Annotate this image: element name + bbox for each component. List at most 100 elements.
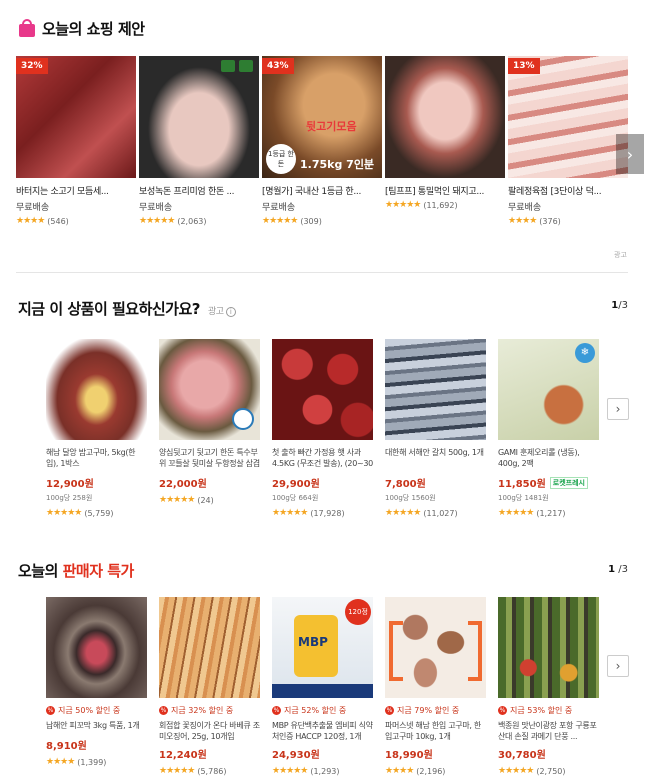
product-card[interactable]: 대한해 서해안 갈치 500g, 1개 7,800원 100g당 1560원 ★…	[385, 339, 486, 518]
product-name[interactable]: 백종원 맛난이광장 포항 구룡포 산대 손질 과메기 단풍 ...	[498, 720, 599, 742]
rating-stars: ★★★★★	[385, 200, 421, 210]
product-name[interactable]: 보성녹돈 프리미엄 한돈 ...	[139, 184, 259, 197]
product-image[interactable]: 43% 뒷고기모음 1등급 한돈 1.75kg 7인분	[262, 56, 382, 178]
product-name[interactable]: 해남 달앙 밤고구마, 5kg(한입), 1박스	[46, 447, 147, 469]
product-card[interactable]: ❄ GAMI 훈제오리롤 (냉동), 400g, 2팩 11,850원 로켓프레시…	[498, 339, 599, 518]
product-name[interactable]: 양심뒷고기 뒷고기 한돈 특수부위 꼬들살 뒷미살 두항정살 삼겹살 볼살 외 …	[159, 447, 260, 469]
rating: ★★★★ (1,399)	[46, 757, 147, 767]
rating-stars: ★★★★★	[498, 508, 534, 518]
section1-product-row: 32% 바터지는 소고기 모듬세... 무료배송 ★★★★ (546) 보성녹돈 …	[16, 56, 644, 236]
product-name[interactable]: 바터지는 소고기 모듬세...	[16, 184, 136, 197]
product-card[interactable]: 양심뒷고기 뒷고기 한돈 특수부위 꼬들살 뒷미살 두항정살 삼겹살 볼살 외 …	[159, 339, 260, 505]
review-count: (2,196)	[416, 766, 446, 776]
product-card[interactable]: 첫 출하 빠간 가정용 햇 사과 4.5KG (무조건 발송), (20~30과…	[272, 339, 373, 518]
discount-text: 지금 32% 할인 중	[171, 706, 234, 715]
product-image[interactable]	[385, 339, 486, 440]
rating-stars: ★★★★	[16, 216, 45, 226]
product-name[interactable]: 납해안 피꼬막 3kg 특품, 1개	[46, 720, 147, 731]
product-price: 12,240원	[159, 746, 260, 761]
product-name[interactable]: GAMI 훈제오리롤 (냉동), 400g, 2팩	[498, 447, 599, 469]
product-card[interactable]: % 지금 32% 할인 중 회접합 꽃징이가 온다 바베큐 조미오징어, 25g,…	[159, 597, 260, 776]
discount-text: 지금 53% 할인 중	[510, 706, 573, 715]
rating: ★★★★★ (2,750)	[498, 766, 599, 776]
rating: ★★★★★ (5,759)	[46, 508, 147, 518]
review-count: (17,928)	[310, 508, 345, 518]
product-image[interactable]	[385, 56, 505, 178]
product-price: 22,000원	[159, 475, 260, 490]
product-card[interactable]: 32% 바터지는 소고기 모듬세... 무료배송 ★★★★ (546)	[16, 56, 136, 226]
product-card[interactable]: % 지금 50% 할인 중 납해안 피꼬막 3kg 특품, 1개 8,910원 ★…	[46, 597, 147, 767]
product-image[interactable]: MBP 120정	[272, 597, 373, 698]
product-image[interactable]	[139, 56, 259, 178]
ad-info[interactable]: 광고 i	[208, 304, 236, 317]
rating-stars: ★★★★★	[385, 508, 421, 518]
product-card[interactable]: 해남 달앙 밤고구마, 5kg(한입), 1박스 12,900원 100g당 2…	[46, 339, 147, 518]
rating: ★★★★★ (24)	[159, 495, 260, 505]
section3-pager: 1 /3	[608, 564, 628, 575]
section1-title: 오늘의 쇼핑 제안	[42, 19, 145, 38]
product-image[interactable]	[385, 597, 486, 698]
product-name[interactable]: 첫 출하 빠간 가정용 햇 사과 4.5KG (무조건 발송), (20~30과…	[272, 447, 373, 469]
brand-text: MBP	[298, 635, 328, 649]
review-count: (5,759)	[84, 508, 114, 518]
discount-text: 지금 79% 할인 중	[397, 706, 460, 715]
image-overlay-text: 뒷고기모음	[306, 120, 357, 133]
product-name[interactable]: 대한해 서해안 갈치 500g, 1개	[385, 447, 486, 469]
rating: ★★★★★ (17,928)	[272, 508, 373, 518]
ad-label: 광고	[207, 307, 224, 317]
rating-stars: ★★★★★	[272, 766, 308, 776]
rating-stars: ★★★★★	[498, 766, 534, 776]
frozen-icon: ❄	[575, 343, 595, 363]
shipping-label: 무료배송	[508, 203, 542, 213]
product-image[interactable]	[159, 597, 260, 698]
pager-total: /3	[618, 300, 628, 311]
rating: ★★★★★ (11,027)	[385, 508, 486, 518]
product-card[interactable]: % 지금 53% 할인 중 백종원 맛난이광장 포항 구룡포 산대 손질 과메기 …	[498, 597, 599, 776]
product-image[interactable]	[498, 597, 599, 698]
product-name[interactable]: 팔레정육점 [3단이상 덕...	[508, 184, 628, 197]
product-card[interactable]: [팀프프] 통밀먹인 돼지고... ★★★★★ (11,692)	[385, 56, 505, 210]
shipping-label: 무료배송	[16, 203, 50, 213]
discount-badge: 13%	[508, 58, 540, 74]
product-price: 11,850원 로켓프레시	[498, 475, 599, 490]
section2-product-row: 해남 달앙 밤고구마, 5kg(한입), 1박스 12,900원 100g당 2…	[46, 339, 606, 529]
product-card[interactable]: % 지금 79% 할인 중 파머스넷 해남 한입 고구마, 한입고구마 10kg,…	[385, 597, 486, 776]
rating: ★★★★★ (11,692)	[385, 200, 505, 210]
chevron-right-icon[interactable]: ›	[607, 655, 629, 677]
percent-icon: %	[159, 706, 168, 715]
review-count: (1,399)	[77, 757, 107, 767]
product-image[interactable]	[46, 597, 147, 698]
product-name[interactable]: [팀프프] 통밀먹인 돼지고...	[385, 184, 505, 197]
product-image[interactable]: ❄	[498, 339, 599, 440]
certification-icon	[239, 60, 253, 72]
info-icon[interactable]: i	[225, 307, 236, 317]
shopping-bag-icon	[18, 19, 36, 37]
product-name[interactable]: [명월가] 국내산 1등급 한...	[262, 184, 382, 197]
product-image[interactable]	[159, 339, 260, 440]
price-value: 11,850원	[498, 479, 546, 490]
review-count: (546)	[47, 216, 69, 226]
product-card[interactable]: 13% 팔레정육점 [3단이상 덕... 무료배송 ★★★★ (376)	[508, 56, 628, 226]
product-image[interactable]: 13%	[508, 56, 628, 178]
section3-title-highlight: 판매자 특가	[62, 562, 135, 580]
rating-stars: ★★★★	[508, 216, 537, 226]
pager-total: /3	[615, 564, 628, 575]
chevron-right-icon[interactable]: ›	[607, 398, 629, 420]
product-name[interactable]: 파머스넷 해남 한입 고구마, 한입고구마 10kg, 1개	[385, 720, 486, 742]
product-image[interactable]	[46, 339, 147, 440]
discount-text: 지금 50% 할인 중	[58, 706, 121, 715]
product-card[interactable]: 43% 뒷고기모음 1등급 한돈 1.75kg 7인분 [명월가] 국내산 1등…	[262, 56, 382, 226]
product-card[interactable]: 보성녹돈 프리미엄 한돈 ... 무료배송 ★★★★★ (2,063)	[139, 56, 259, 226]
product-image[interactable]	[272, 339, 373, 440]
carousel-next-arrow-icon[interactable]: ›	[616, 134, 644, 174]
product-name[interactable]: MBP 유단백추출물 엠비피 식약처인증 HACCP 120정, 1개	[272, 720, 373, 742]
section2-pager: 1/3	[611, 300, 628, 311]
product-card[interactable]: MBP 120정 % 지금 52% 할인 중 MBP 유단백추출물 엠비피 식약처…	[272, 597, 373, 776]
frame-decoration	[468, 621, 482, 681]
product-name[interactable]: 회접합 꽃징이가 온다 바베큐 조미오징어, 25g, 10개입	[159, 720, 260, 742]
product-image[interactable]: 32%	[16, 56, 136, 178]
rating: ★★★★★ (2,063)	[139, 216, 259, 226]
percent-icon: %	[46, 706, 55, 715]
shipping-label: 무료배송	[139, 203, 173, 213]
rating: ★★★★★ (309)	[262, 216, 382, 226]
